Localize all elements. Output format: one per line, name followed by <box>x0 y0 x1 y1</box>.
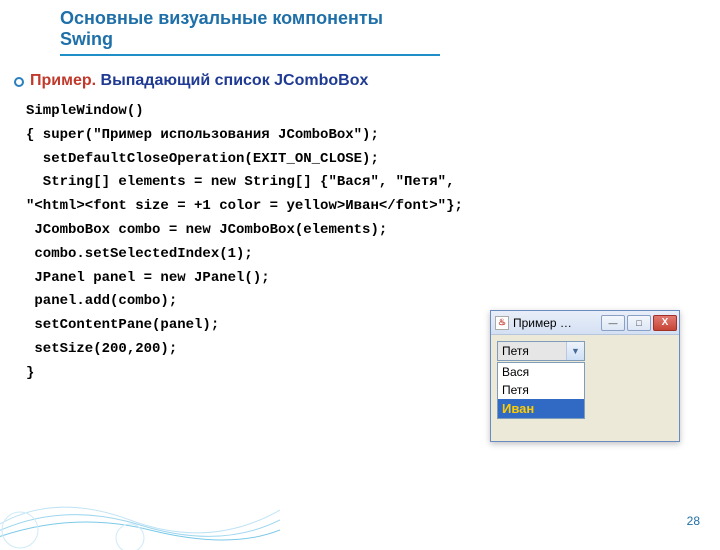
example-heading: Пример. Выпадающий список JComboBox <box>30 72 368 90</box>
example-desc: Выпадающий список JComboBox <box>96 72 368 89</box>
titlebar[interactable]: ♨ Пример … — □ X <box>491 311 679 335</box>
code-block: SimpleWindow() { super("Пример использов… <box>26 100 463 386</box>
chevron-down-icon[interactable]: ▼ <box>566 342 584 360</box>
list-item[interactable]: Вася <box>498 363 584 381</box>
list-item[interactable]: Иван <box>498 399 584 418</box>
maximize-button[interactable]: □ <box>627 315 651 331</box>
list-item[interactable]: Петя <box>498 381 584 399</box>
window-title: Пример … <box>513 316 599 330</box>
slide-title: Основные визуальные компоненты Swing <box>60 8 440 56</box>
combobox-selected: Петя <box>498 342 566 360</box>
example-word: Пример. <box>30 72 96 89</box>
java-icon: ♨ <box>495 316 509 330</box>
page-number: 28 <box>687 514 700 528</box>
minimize-button[interactable]: — <box>601 315 625 331</box>
combobox[interactable]: Петя ▼ <box>497 341 585 361</box>
combobox-dropdown: Вася Петя Иван <box>497 362 585 419</box>
swing-window: ♨ Пример … — □ X Петя ▼ Вася Петя Иван <box>490 310 680 442</box>
bullet-icon <box>14 77 24 87</box>
window-body: Петя ▼ Вася Петя Иван <box>491 335 679 441</box>
close-button[interactable]: X <box>653 315 677 331</box>
